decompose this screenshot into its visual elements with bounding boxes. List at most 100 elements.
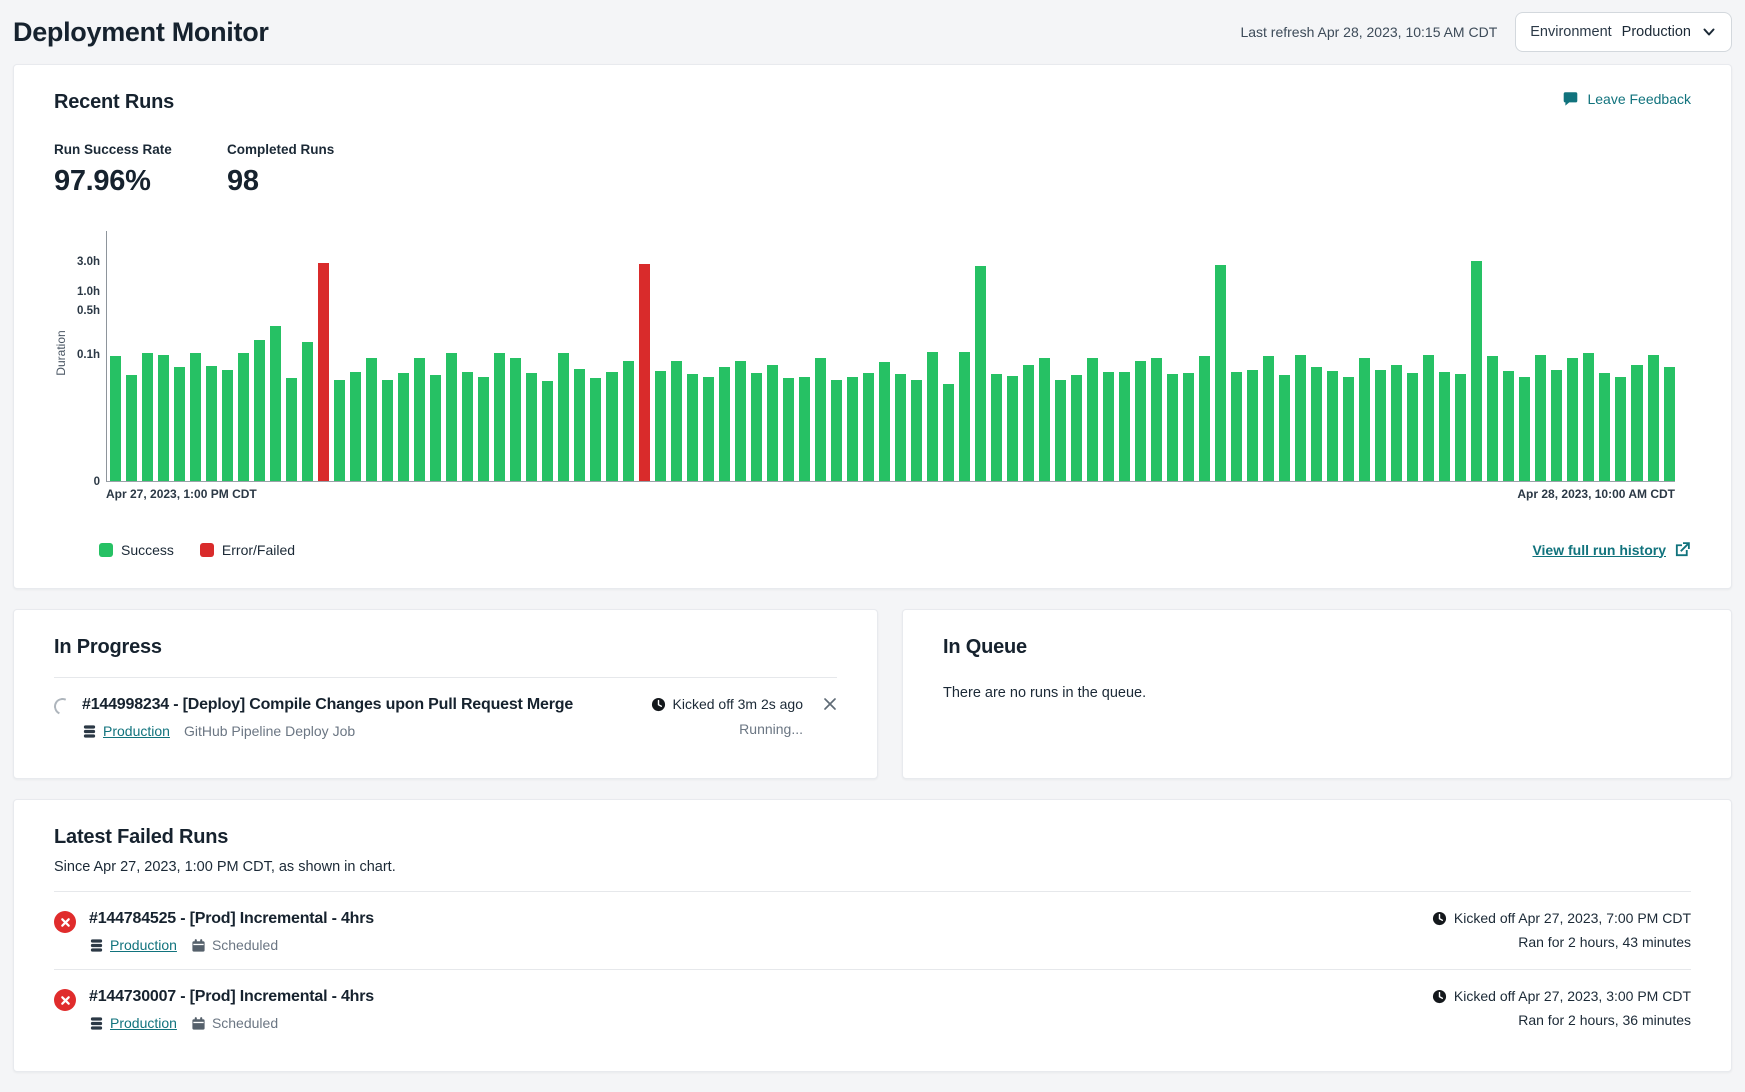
- chart-bar-success[interactable]: [1039, 358, 1050, 481]
- chart-bar-success[interactable]: [1151, 358, 1162, 481]
- chart-bar-success[interactable]: [623, 361, 634, 481]
- chart-bar-success[interactable]: [478, 377, 489, 481]
- chart-bar-success[interactable]: [991, 374, 1002, 481]
- chart-bar-success[interactable]: [1664, 367, 1675, 481]
- chart-bar-success[interactable]: [1327, 371, 1338, 481]
- chart-bar-success[interactable]: [526, 373, 537, 481]
- chart-bar-success[interactable]: [1231, 372, 1242, 481]
- close-icon[interactable]: [823, 697, 837, 739]
- chart-bar-success[interactable]: [206, 366, 217, 481]
- chart-bar-success[interactable]: [398, 373, 409, 481]
- chart-bar-success[interactable]: [847, 377, 858, 481]
- chart-bar-success[interactable]: [286, 378, 297, 481]
- chart-bar-success[interactable]: [1103, 372, 1114, 481]
- chart-bar-success[interactable]: [671, 361, 682, 481]
- chart-bar-success[interactable]: [959, 352, 970, 481]
- chart-bar-success[interactable]: [751, 373, 762, 481]
- chart-bar-success[interactable]: [238, 353, 249, 481]
- chart-bar-success[interactable]: [1119, 372, 1130, 481]
- chart-bar-success[interactable]: [1167, 374, 1178, 481]
- chart-bar-success[interactable]: [831, 380, 842, 481]
- chart-bar-success[interactable]: [158, 355, 169, 482]
- chart-bar-success[interactable]: [382, 380, 393, 481]
- chart-bar-success[interactable]: [1519, 377, 1530, 481]
- chart-bar-success[interactable]: [542, 381, 553, 481]
- chart-bar-success[interactable]: [1279, 375, 1290, 481]
- chart-bar-success[interactable]: [462, 372, 473, 481]
- chart-bar-success[interactable]: [1503, 371, 1514, 481]
- chart-bar-success[interactable]: [1423, 355, 1434, 482]
- chart-bar-success[interactable]: [1359, 358, 1370, 481]
- chart-bar-success[interactable]: [703, 377, 714, 481]
- chart-bar-success[interactable]: [366, 358, 377, 481]
- chart-bar-success[interactable]: [879, 362, 890, 481]
- chart-bar-success[interactable]: [687, 374, 698, 481]
- chart-bar-success[interactable]: [1375, 370, 1386, 482]
- chart-bar-success[interactable]: [302, 342, 313, 481]
- chart-bar-error[interactable]: [639, 264, 650, 481]
- chart-bar-success[interactable]: [1471, 261, 1482, 481]
- chart-bar-success[interactable]: [190, 353, 201, 481]
- chart-bar-success[interactable]: [1247, 370, 1258, 482]
- chart-bar-success[interactable]: [863, 373, 874, 481]
- chart-bar-success[interactable]: [1183, 373, 1194, 481]
- environment-dropdown[interactable]: Environment Production: [1515, 12, 1732, 52]
- chart-bar-success[interactable]: [895, 374, 906, 481]
- chart-bar-success[interactable]: [142, 353, 153, 481]
- chart-bar-success[interactable]: [1071, 375, 1082, 481]
- chart-bar-success[interactable]: [350, 372, 361, 481]
- chart-bar-success[interactable]: [590, 378, 601, 481]
- chart-bar-success[interactable]: [735, 361, 746, 481]
- chart-bar-success[interactable]: [1215, 265, 1226, 482]
- environment-link[interactable]: Production: [110, 937, 177, 953]
- chart-bar-success[interactable]: [655, 371, 666, 482]
- chart-bar-success[interactable]: [1087, 358, 1098, 481]
- chart-bar-success[interactable]: [1263, 356, 1274, 481]
- chart-bar-success[interactable]: [606, 372, 617, 481]
- chart-bar-success[interactable]: [574, 369, 585, 481]
- chart-bar-success[interactable]: [1295, 355, 1306, 482]
- chart-bar-success[interactable]: [799, 377, 810, 481]
- chart-bar-success[interactable]: [222, 370, 233, 482]
- chart-bar-success[interactable]: [510, 358, 521, 481]
- chart-bar-success[interactable]: [1439, 372, 1450, 481]
- chart-bar-success[interactable]: [270, 326, 281, 481]
- view-full-run-history-link[interactable]: View full run history: [1532, 541, 1691, 558]
- chart-bar-success[interactable]: [430, 375, 441, 481]
- chart-bar-success[interactable]: [1055, 380, 1066, 481]
- chart-bar-success[interactable]: [1343, 377, 1354, 481]
- chart-bar-success[interactable]: [943, 384, 954, 481]
- chart-bar-success[interactable]: [1407, 373, 1418, 481]
- chart-bar-success[interactable]: [494, 353, 505, 481]
- chart-bar-success[interactable]: [975, 266, 986, 481]
- chart-bar-success[interactable]: [1311, 367, 1322, 481]
- chart-bar-success[interactable]: [1599, 373, 1610, 481]
- chart-bar-success[interactable]: [1007, 376, 1018, 481]
- chart-bar-success[interactable]: [110, 356, 121, 481]
- chart-bar-success[interactable]: [126, 375, 137, 481]
- chart-bar-success[interactable]: [783, 378, 794, 481]
- chart-bar-success[interactable]: [334, 380, 345, 481]
- chart-bar-success[interactable]: [1615, 377, 1626, 481]
- chart-bar-success[interactable]: [1567, 358, 1578, 481]
- environment-link[interactable]: Production: [110, 1015, 177, 1031]
- chart-bar-success[interactable]: [719, 367, 730, 481]
- chart-bar-success[interactable]: [414, 358, 425, 481]
- chart-bar-success[interactable]: [1023, 365, 1034, 481]
- chart-bar-success[interactable]: [1583, 353, 1594, 481]
- chart-bar-success[interactable]: [1199, 356, 1210, 481]
- chart-bar-success[interactable]: [1648, 355, 1659, 482]
- chart-bar-success[interactable]: [446, 353, 457, 481]
- chart-bar-success[interactable]: [1551, 370, 1562, 482]
- chart-bar-success[interactable]: [1487, 356, 1498, 481]
- chart-bar-success[interactable]: [815, 358, 826, 481]
- chart-bar-success[interactable]: [767, 365, 778, 481]
- chart-bar-success[interactable]: [174, 367, 185, 481]
- chart-bar-success[interactable]: [1455, 374, 1466, 481]
- chart-bar-success[interactable]: [558, 353, 569, 481]
- chart-bar-success[interactable]: [1391, 365, 1402, 481]
- chart-bar-success[interactable]: [1535, 355, 1546, 482]
- chart-bar-error[interactable]: [318, 263, 329, 481]
- chart-bar-success[interactable]: [254, 340, 265, 481]
- chart-bar-success[interactable]: [911, 380, 922, 481]
